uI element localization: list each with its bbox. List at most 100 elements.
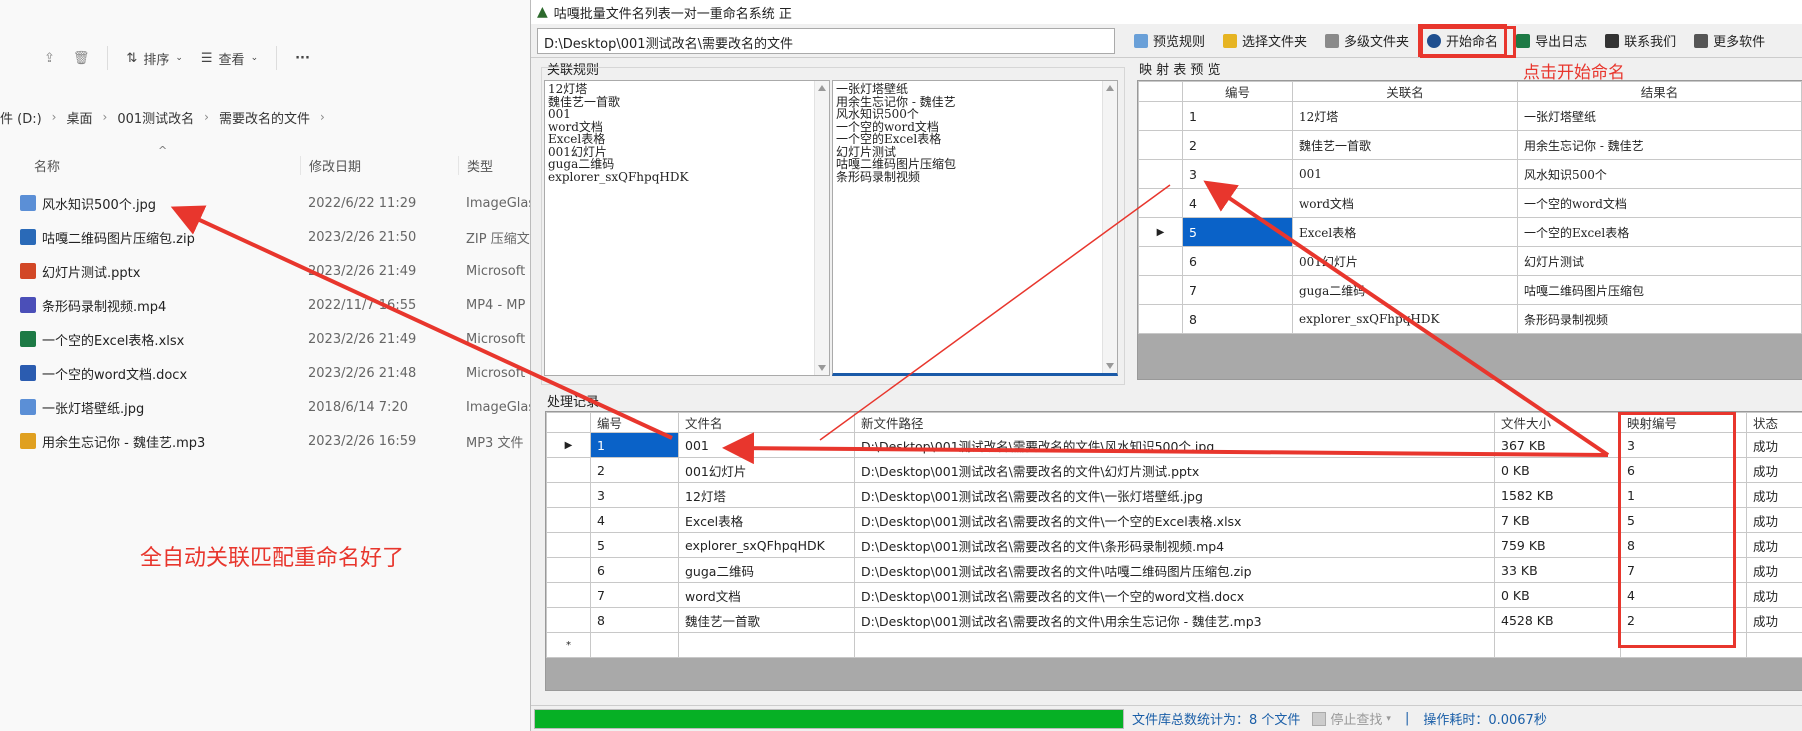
folder-path-field[interactable]: D:\Desktop\001测试改名\需要改名的文件: [537, 27, 1115, 54]
row-header[interactable]: [546, 607, 591, 633]
process-cell[interactable]: 367 KB: [1494, 432, 1621, 458]
row-header[interactable]: [1138, 101, 1183, 131]
mapping-cell[interactable]: 一个空的word文档: [1517, 188, 1802, 218]
process-cell[interactable]: 4: [590, 507, 679, 533]
column-header-date[interactable]: 修改日期: [300, 155, 458, 175]
file-row[interactable]: 幻灯片测试.pptx 2023/2/26 21:49 Microsoft: [0, 254, 530, 288]
mapping-cell[interactable]: guga二维码: [1292, 275, 1518, 305]
tool-button-2[interactable]: 多级文件夹: [1316, 25, 1418, 56]
breadcrumb-drive[interactable]: 件 (D:): [0, 108, 42, 127]
process-cell[interactable]: 6: [1620, 457, 1747, 483]
process-row[interactable]: 2 001幻灯片 D:\Desktop\001测试改名\需要改名的文件\幻灯片测试.…: [546, 457, 1802, 483]
process-cell[interactable]: 7 KB: [1494, 507, 1621, 533]
row-header[interactable]: [546, 482, 591, 508]
process-cell[interactable]: 7: [1620, 557, 1747, 583]
tool-button-5[interactable]: 联系我们: [1596, 25, 1685, 56]
process-cell[interactable]: D:\Desktop\001测试改名\需要改名的文件\幻灯片测试.pptx: [854, 457, 1495, 483]
file-row[interactable]: 条形码录制视频.mp4 2022/11/7 16:55 MP4 - MP: [0, 288, 530, 322]
mapping-cell[interactable]: 2: [1182, 130, 1293, 160]
process-cell[interactable]: 2: [1620, 607, 1747, 633]
breadcrumb-folder[interactable]: 001测试改名: [117, 108, 194, 127]
process-cell[interactable]: [854, 632, 1495, 658]
process-cell[interactable]: [1746, 632, 1802, 658]
process-cell[interactable]: 2: [590, 457, 679, 483]
file-row[interactable]: 风水知识500个.jpg 2022/6/22 11:29 ImageGlass: [0, 186, 530, 220]
process-cell[interactable]: 4: [1620, 582, 1747, 608]
row-header[interactable]: ▶: [1138, 217, 1183, 247]
process-new-row[interactable]: *: [546, 632, 1802, 658]
process-cell[interactable]: 0 KB: [1494, 457, 1621, 483]
row-header[interactable]: [1138, 246, 1183, 276]
row-header[interactable]: [546, 582, 591, 608]
mapping-row[interactable]: 4 word文档 一个空的word文档: [1138, 188, 1802, 218]
process-cell[interactable]: 成功: [1746, 607, 1802, 633]
process-cell[interactable]: 5: [590, 532, 679, 558]
mapping-row[interactable]: 7 guga二维码 咕嘎二维码图片压缩包: [1138, 275, 1802, 305]
row-header[interactable]: [546, 557, 591, 583]
process-cell[interactable]: 3: [590, 482, 679, 508]
process-cell[interactable]: 6: [590, 557, 679, 583]
process-cell[interactable]: 001幻灯片: [678, 457, 855, 483]
process-cell[interactable]: 1582 KB: [1494, 482, 1621, 508]
breadcrumb-current[interactable]: 需要改名的文件: [219, 108, 310, 127]
process-cell[interactable]: D:\Desktop\001测试改名\需要改名的文件\一张灯塔壁纸.jpg: [854, 482, 1495, 508]
process-cell[interactable]: 0 KB: [1494, 582, 1621, 608]
file-row[interactable]: 一张灯塔壁纸.jpg 2018/6/14 7:20 ImageGlass: [0, 390, 530, 424]
mapping-row[interactable]: 2 魏佳艺一首歌 用余生忘记你 - 魏佳艺: [1138, 130, 1802, 160]
mapping-cell[interactable]: 魏佳艺一首歌: [1292, 130, 1518, 160]
process-cell[interactable]: [1620, 632, 1747, 658]
process-cell[interactable]: 成功: [1746, 482, 1802, 508]
process-column-header[interactable]: 文件大小: [1494, 412, 1621, 433]
process-cell[interactable]: 8: [590, 607, 679, 633]
mapping-column-header[interactable]: 编号: [1182, 81, 1293, 102]
breadcrumb-desktop[interactable]: 桌面: [66, 108, 92, 127]
process-cell[interactable]: Excel表格: [678, 507, 855, 533]
process-row[interactable]: 8 魏佳艺一首歌 D:\Desktop\001测试改名\需要改名的文件\用余生忘记你…: [546, 607, 1802, 633]
mapping-cell[interactable]: Excel表格: [1292, 217, 1518, 247]
mapping-cell[interactable]: 3: [1182, 159, 1293, 189]
process-cell[interactable]: [1494, 632, 1621, 658]
process-cell[interactable]: 001: [678, 432, 855, 458]
mapping-cell[interactable]: 001: [1292, 159, 1518, 189]
mapping-cell[interactable]: 用余生忘记你 - 魏佳艺: [1517, 130, 1802, 160]
view-button[interactable]: ☰ 查看 ⌄: [201, 49, 258, 68]
file-row[interactable]: 一个空的Excel表格.xlsx 2023/2/26 21:49 Microsoft: [0, 322, 530, 356]
process-cell[interactable]: D:\Desktop\001测试改名\需要改名的文件\条形码录制视频.mp4: [854, 532, 1495, 558]
mapping-column-header[interactable]: 关联名: [1292, 81, 1518, 102]
mapping-row[interactable]: 3 001 风水知识500个: [1138, 159, 1802, 189]
process-row[interactable]: 7 word文档 D:\Desktop\001测试改名\需要改名的文件\一个空的wo…: [546, 582, 1802, 608]
row-header[interactable]: [1138, 275, 1183, 305]
process-cell[interactable]: D:\Desktop\001测试改名\需要改名的文件\用余生忘记你 - 魏佳艺.…: [854, 607, 1495, 633]
process-cell[interactable]: 1: [590, 432, 679, 458]
row-header[interactable]: [1138, 304, 1183, 334]
file-row[interactable]: 一个空的word文档.docx 2023/2/26 21:48 Microsoft: [0, 356, 530, 390]
mapping-cell[interactable]: 7: [1182, 275, 1293, 305]
column-header-name[interactable]: 名称 ^: [0, 144, 300, 175]
process-cell[interactable]: D:\Desktop\001测试改名\需要改名的文件\一个空的word文档.do…: [854, 582, 1495, 608]
mapping-cell[interactable]: 一个空的Excel表格: [1517, 217, 1802, 247]
rule-names-scrollbar[interactable]: [814, 81, 829, 375]
mapping-cell[interactable]: 咕嘎二维码图片压缩包: [1517, 275, 1802, 305]
file-row[interactable]: 用余生忘记你 - 魏佳艺.mp3 2023/2/26 16:59 MP3 文件: [0, 424, 530, 458]
row-header[interactable]: [546, 457, 591, 483]
row-header[interactable]: [1138, 159, 1183, 189]
process-cell[interactable]: explorer_sxQFhpqHDK: [678, 532, 855, 558]
stop-search-button[interactable]: 停止查找 ▾: [1312, 709, 1391, 728]
tool-button-0[interactable]: 预览规则: [1125, 25, 1214, 56]
more-options-button[interactable]: ···: [295, 51, 310, 66]
delete-icon[interactable]: 🗑: [73, 51, 90, 66]
process-row[interactable]: 6 guga二维码 D:\Desktop\001测试改名\需要改名的文件\咕嘎二维码…: [546, 557, 1802, 583]
process-cell[interactable]: 3: [1620, 432, 1747, 458]
process-cell[interactable]: D:\Desktop\001测试改名\需要改名的文件\风水知识500个.jpg: [854, 432, 1495, 458]
row-header[interactable]: ▶: [546, 432, 591, 458]
row-header[interactable]: [546, 507, 591, 533]
mapping-cell[interactable]: 4: [1182, 188, 1293, 218]
process-cell[interactable]: [590, 632, 679, 658]
process-cell[interactable]: 成功: [1746, 582, 1802, 608]
process-cell[interactable]: 成功: [1746, 457, 1802, 483]
mapping-cell[interactable]: 幻灯片测试: [1517, 246, 1802, 276]
process-column-header[interactable]: 状态: [1746, 412, 1802, 433]
row-header[interactable]: [1138, 188, 1183, 218]
mapping-cell[interactable]: 8: [1182, 304, 1293, 334]
mapping-cell[interactable]: 一张灯塔壁纸: [1517, 101, 1802, 131]
